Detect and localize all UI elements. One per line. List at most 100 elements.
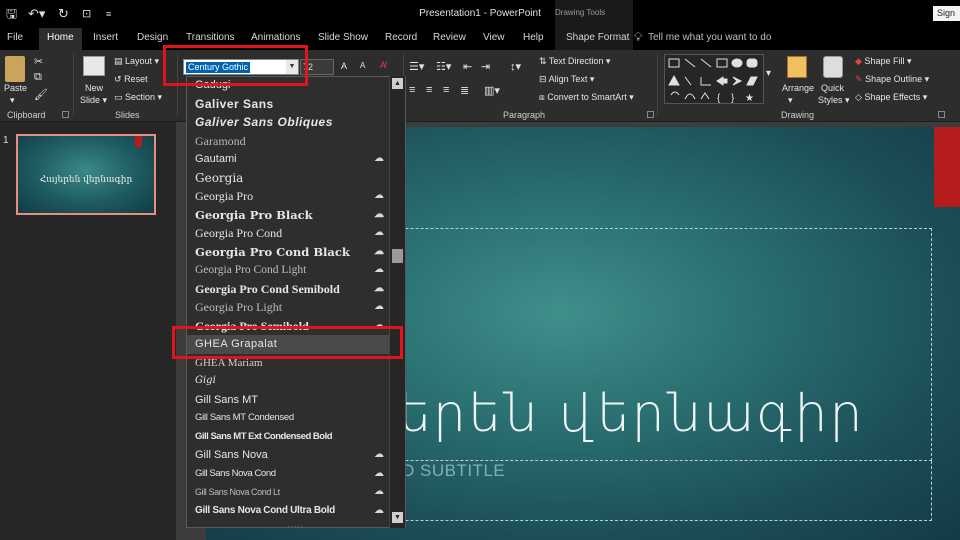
tab-file[interactable]: File (7, 32, 23, 43)
shape-effects-icon: ◇ (855, 92, 862, 102)
title-bar: 🖫 ↶▾ ↻ ⊡ ≡ Presentation1 - PowerPoint Dr… (0, 0, 960, 50)
arrange-icon[interactable] (787, 56, 807, 78)
resize-grip-icon[interactable]: ..... (288, 520, 304, 529)
scroll-up-arrow-icon[interactable]: ▲ (392, 78, 403, 89)
shapes-gallery[interactable]: { } ★ (664, 54, 764, 104)
tab-view[interactable]: View (483, 32, 505, 43)
font-item-galiver-sans-obliques[interactable]: Galiver Sans Obliques (187, 113, 392, 132)
decrease-indent-icon[interactable]: ⇤ (463, 60, 472, 73)
drawing-launcher[interactable] (938, 111, 945, 118)
copy-icon[interactable]: ⧉ (34, 71, 42, 84)
font-item-georgia-pro[interactable]: Georgia Pro ☁ (187, 187, 392, 206)
grow-font-icon[interactable]: A (341, 61, 347, 71)
slide-thumbnail[interactable]: Հայերեն վերնագիր (16, 134, 156, 215)
new-slide-icon[interactable] (83, 56, 105, 76)
new-slide-button[interactable]: New (85, 83, 103, 93)
paste-icon[interactable] (5, 56, 25, 82)
quick-styles-dropdown[interactable]: Styles ▾ (818, 95, 850, 106)
shape-effects-button[interactable]: ◇ Shape Effects ▾ (855, 92, 927, 103)
font-item-georgia-pro-cond[interactable]: Georgia Pro Cond ☁ (187, 224, 392, 243)
align-right-icon[interactable]: ≡ (443, 84, 449, 96)
font-item-georgia[interactable]: Georgia (187, 169, 392, 188)
text-direction-button[interactable]: ⇅ Text Direction ▾ (539, 56, 610, 67)
shapes-gallery-icons: { } ★ (668, 58, 758, 104)
increase-indent-icon[interactable]: ⇥ (481, 60, 490, 73)
quick-styles-icon[interactable] (823, 56, 843, 78)
tab-home[interactable]: Home (39, 28, 82, 50)
convert-smartart-button[interactable]: ⧈ Convert to SmartArt ▾ (539, 92, 634, 103)
font-item-georgia-pro-light[interactable]: Georgia Pro Light ☁ (187, 298, 392, 317)
section-button[interactable]: ▭ Section ▾ (114, 92, 162, 103)
section-icon: ▭ (114, 92, 123, 102)
cloud-download-icon: ☁ (374, 301, 384, 312)
font-dropdown-list[interactable]: Gadugi Galiver Sans Galiver Sans Oblique… (186, 76, 406, 528)
paste-button[interactable]: Paste (4, 83, 27, 93)
clipboard-group-label: Clipboard (7, 110, 46, 120)
font-item-gill-sans-mt-condensed[interactable]: Gill Sans MT Condensed (187, 409, 392, 428)
tab-review[interactable]: Review (433, 32, 466, 43)
font-item-georgia-pro-cond-semibold[interactable]: Georgia Pro Cond Semibold ☁ (187, 280, 392, 299)
scrollbar-thumb[interactable] (392, 249, 403, 263)
font-item-gill-sans-nova-cond-lt[interactable]: Gill Sans Nova Cond Lt ☁ (187, 483, 392, 502)
tab-transitions[interactable]: Transitions (186, 32, 235, 43)
shapes-gallery-more-icon[interactable]: ▾ (766, 68, 771, 79)
columns-icon[interactable]: ▥▾ (484, 84, 500, 97)
arrange-button[interactable]: Arrange (782, 83, 814, 93)
font-item-label: Gill Sans MT Condensed (195, 412, 294, 423)
font-item-gill-sans-mt-ext-condensed-bold[interactable]: Gill Sans MT Ext Condensed Bold (187, 428, 392, 447)
layout-icon: ▤ (114, 56, 123, 66)
tab-help[interactable]: Help (523, 32, 544, 43)
tell-me-search[interactable]: Tell me what you want to do (648, 32, 771, 43)
font-item-garamond[interactable]: Garamond (187, 132, 392, 151)
font-item-georgia-pro-black[interactable]: Georgia Pro Black ☁ (187, 206, 392, 225)
cloud-download-icon: ☁ (374, 245, 384, 257)
new-slide-dropdown[interactable]: Slide ▾ (80, 95, 107, 106)
font-item-galiver-sans[interactable]: Galiver Sans (187, 95, 392, 114)
font-item-gill-sans-nova-cond-ultra-bold[interactable]: Gill Sans Nova Cond Ultra Bold ☁ (187, 502, 392, 521)
cut-icon[interactable]: ✂ (34, 55, 43, 68)
justify-icon[interactable]: ≣ (460, 84, 469, 97)
tab-design[interactable]: Design (137, 32, 168, 43)
highlight-ghea-grapalat (172, 326, 403, 359)
font-item-label: Georgia Pro Cond Black (195, 244, 350, 259)
bullets-icon[interactable]: ☰▾ (409, 60, 424, 73)
font-item-gautami[interactable]: Gautami ☁ (187, 150, 392, 169)
slide-title-text[interactable]: երեն վերնագիր (398, 384, 864, 444)
align-center-icon[interactable]: ≡ (426, 84, 432, 96)
slide-subtitle-text[interactable]: D SUBTITLE (402, 461, 505, 481)
scroll-down-arrow-icon[interactable]: ▼ (392, 512, 403, 523)
align-left-icon[interactable]: ≡ (409, 84, 415, 96)
line-spacing-icon[interactable]: ↕▾ (510, 60, 521, 73)
font-item-georgia-pro-cond-light[interactable]: Georgia Pro Cond Light ☁ (187, 261, 392, 280)
sign-in-button[interactable]: Sign (933, 6, 960, 21)
font-item-georgia-pro-cond-black[interactable]: Georgia Pro Cond Black ☁ (187, 243, 392, 262)
paste-dropdown-icon[interactable]: ▾ (10, 95, 15, 106)
font-item-gill-sans-mt[interactable]: Gill Sans MT (187, 391, 392, 410)
layout-button[interactable]: ▤ Layout ▾ (114, 56, 159, 67)
clear-formatting-icon[interactable]: A̸ (380, 60, 386, 70)
tab-insert[interactable]: Insert (93, 32, 118, 43)
shape-outline-button[interactable]: ✎ Shape Outline ▾ (855, 74, 929, 85)
smartart-icon: ⧈ (539, 92, 545, 102)
tab-record[interactable]: Record (385, 32, 417, 43)
shape-outline-label: Shape Outline ▾ (865, 74, 930, 84)
shrink-font-icon[interactable]: A (360, 61, 365, 70)
font-list-scrollbar[interactable]: ▲ ▼ (389, 76, 405, 528)
shape-fill-button[interactable]: ◆ Shape Fill ▾ (855, 56, 911, 67)
font-item-gigi[interactable]: Gigi (187, 372, 392, 391)
font-item-gill-sans-nova-cond[interactable]: Gill Sans Nova Cond ☁ (187, 465, 392, 484)
quick-styles-button[interactable]: Quick (821, 83, 844, 93)
reset-button[interactable]: ↺ Reset (114, 74, 148, 85)
tab-shape-format[interactable]: Shape Format (566, 32, 629, 43)
font-item-gill-sans-nova[interactable]: Gill Sans Nova ☁ (187, 446, 392, 465)
arrange-dropdown-icon[interactable]: ▾ (788, 95, 793, 106)
tab-slide-show[interactable]: Slide Show (318, 32, 368, 43)
tab-animations[interactable]: Animations (251, 32, 300, 43)
clipboard-launcher[interactable] (62, 111, 69, 118)
numbering-icon[interactable]: ☷▾ (436, 60, 451, 73)
align-text-button[interactable]: ⊟ Align Text ▾ (539, 74, 594, 85)
paragraph-launcher[interactable] (647, 111, 654, 118)
format-painter-icon[interactable]: 🖌︎ (34, 88, 48, 101)
reset-icon: ↺ (114, 74, 122, 84)
align-text-label: Align Text ▾ (548, 74, 595, 84)
